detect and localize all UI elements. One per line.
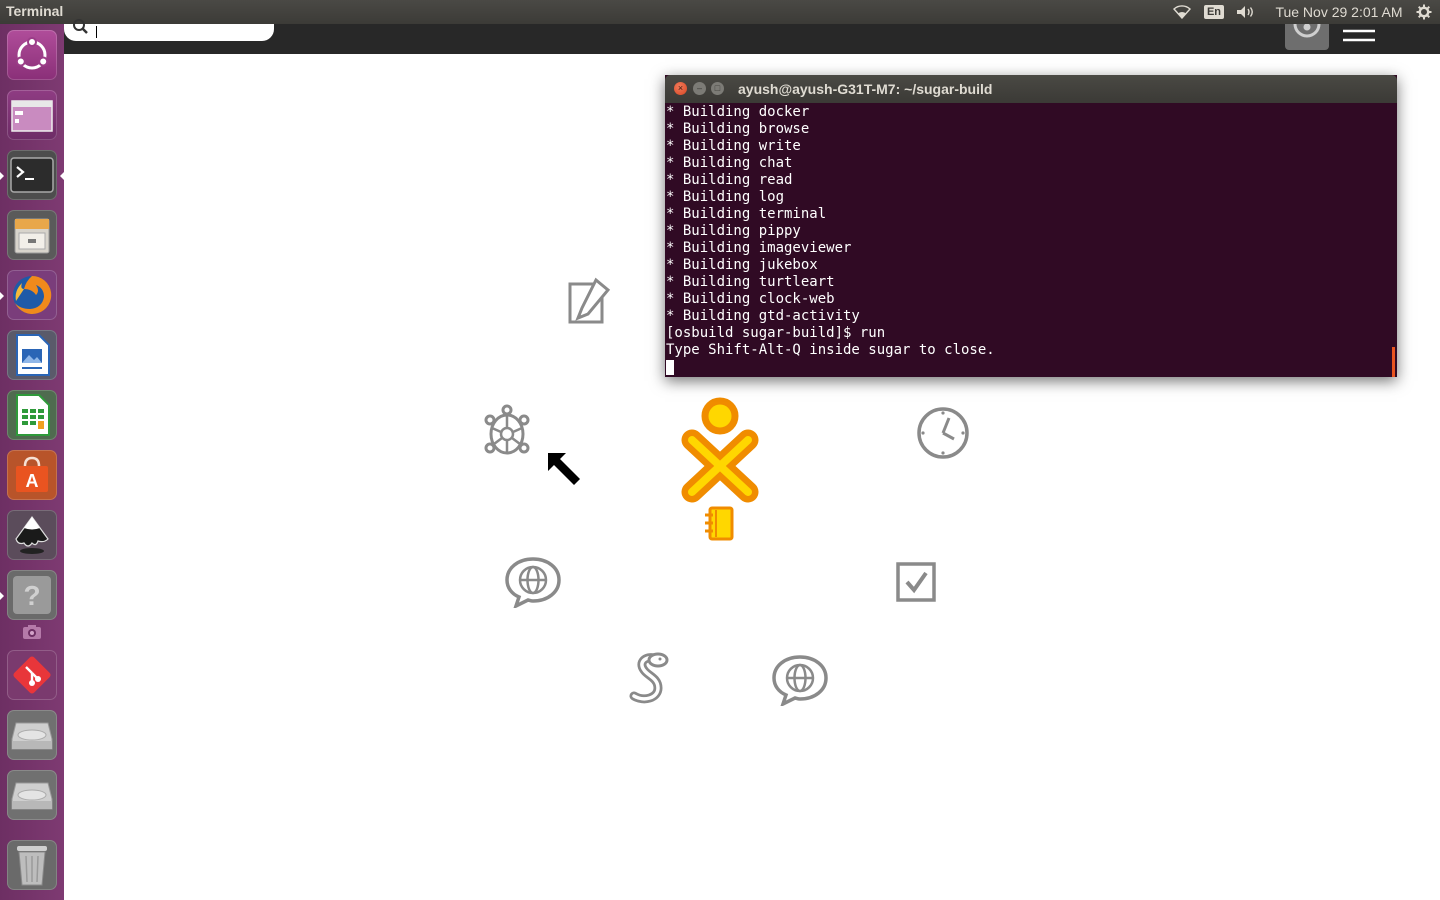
terminal-line: Type Shift-Alt-Q inside sugar to close. [666,342,995,358]
terminal-line: * Building jukebox [666,257,818,273]
running-indicator [0,172,4,180]
xo-buddy-icon[interactable] [678,396,762,506]
session-gear-icon[interactable] [1412,0,1436,24]
git-icon [13,656,51,694]
hard-drive-icon [11,782,53,810]
launcher-help[interactable]: ? [0,570,57,620]
launcher-sugar-window[interactable] [7,90,57,140]
journal-icon[interactable] [702,506,736,542]
turtle-icon[interactable] [482,404,532,462]
window-icon [11,100,53,132]
keyboard-layout-label: En [1203,5,1225,19]
terminal-title: ayush@ayush-G31T-M7: ~/sugar-build [738,81,993,97]
firefox-icon [13,275,52,314]
libreoffice-calc-icon [16,394,50,436]
maximize-icon[interactable]: □ [711,82,724,95]
launcher-ubuntu-dash[interactable] [7,30,57,80]
terminal-line: * Building clock-web [666,291,835,307]
terminal-titlebar[interactable]: × – □ ayush@ayush-G31T-M7: ~/sugar-build [665,75,1397,103]
file-cabinet-icon [14,218,50,254]
owner-icon [1293,24,1321,38]
launcher-terminal[interactable] [0,150,64,200]
terminal-line: * Building log [666,189,785,205]
software-center-icon: A [16,456,48,492]
launcher-software-center[interactable]: A [7,450,57,500]
close-icon[interactable]: × [674,82,687,95]
app-title: Terminal [6,3,64,19]
terminal-prompt-line: [osbuild sugar-build]$ run [666,325,886,341]
launcher: A ? [0,24,64,900]
mouse-pointer-icon [548,453,580,485]
write-pencil-icon[interactable] [560,274,614,328]
menu-icon[interactable] [1342,28,1376,46]
focused-indicator [60,172,64,180]
launcher-git[interactable] [7,650,57,700]
keyboard-layout-indicator[interactable]: En [1203,0,1225,24]
terminal-line: * Building browse [666,121,810,137]
search-text-cursor [96,26,97,38]
launcher-firefox[interactable] [0,270,57,320]
clock-icon[interactable] [914,404,972,462]
svg-text:?: ? [23,580,40,611]
terminal-scrollbar[interactable] [1392,347,1395,377]
ubuntu-logo-icon [15,37,49,70]
terminal-line: * Building docker [666,104,810,120]
wifi-icon[interactable] [1170,0,1194,24]
terminal-line: * Building read [666,172,793,188]
minimize-icon[interactable]: – [693,82,706,95]
top-panel: Terminal En Tue Nov 29 2:01 AM [0,0,1440,24]
launcher-drive-2[interactable] [7,770,57,820]
launcher-calc[interactable] [7,390,57,440]
terminal-line: * Building write [666,138,801,154]
running-indicator [0,592,4,600]
snake-icon[interactable] [624,652,674,706]
launcher-trash[interactable] [7,840,57,890]
terminal-icon [10,157,54,193]
volume-icon[interactable] [1234,0,1258,24]
camera-icon [23,625,41,639]
question-icon: ? [13,576,51,614]
terminal-line: * Building pippy [666,223,801,239]
clock-indicator[interactable]: Tue Nov 29 2:01 AM [1268,0,1410,24]
launcher-drive-1[interactable] [7,710,57,760]
browse-globe-icon[interactable] [771,654,829,706]
search-icon [73,19,88,34]
terminal-line: * Building turtleart [666,274,835,290]
running-indicator [0,292,4,300]
launcher-inkscape[interactable] [7,510,57,560]
terminal-line: * Building terminal [666,206,827,222]
terminal-cursor [666,360,674,375]
trash-icon [17,846,47,886]
libreoffice-writer-icon [16,334,50,376]
terminal-window[interactable]: × – □ ayush@ayush-G31T-M7: ~/sugar-build… [665,75,1397,377]
chat-globe-icon[interactable] [504,556,562,608]
launcher-screenshot[interactable] [20,620,44,644]
svg-text:A: A [26,471,39,491]
owner-buddy-button[interactable] [1285,24,1329,50]
inkscape-icon [15,515,49,554]
terminal-line: * Building chat [666,155,793,171]
terminal-line: * Building imageviewer [666,240,852,256]
terminal-line: * Building gtd-activity [666,308,860,324]
hard-drive-icon [11,722,53,750]
checkbox-icon[interactable] [894,560,940,604]
launcher-writer[interactable] [7,330,57,380]
terminal-input-line[interactable] [666,359,1394,376]
terminal-output[interactable]: * Building docker * Building browse * Bu… [666,104,1394,375]
launcher-files[interactable] [7,210,57,260]
